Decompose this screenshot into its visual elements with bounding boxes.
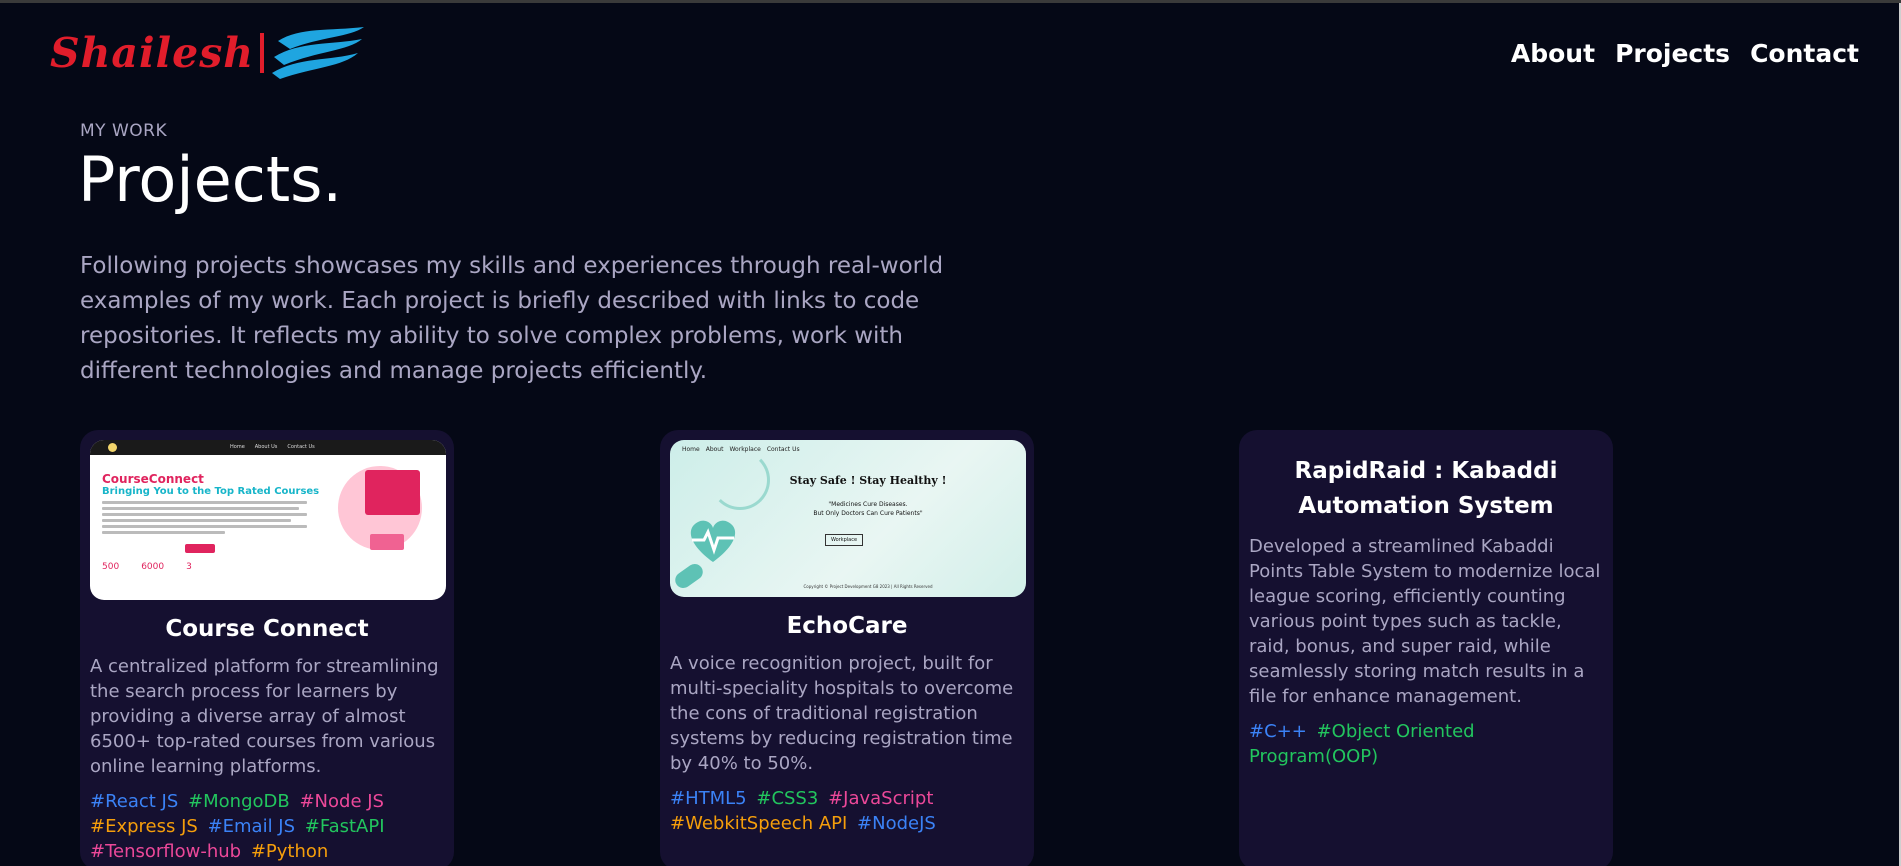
nav-projects[interactable]: Projects — [1615, 39, 1730, 68]
screenshot-nav-link: About Us — [254, 444, 278, 450]
project-card-echocare: Home About Workplace Contact Us Stay Saf… — [660, 430, 1034, 866]
project-title: RapidRaid : Kabaddi Automation System — [1294, 458, 1558, 519]
screenshot-heading: Stay Safe ! Stay Healthy ! — [789, 474, 947, 487]
page-title: Projects. — [78, 143, 343, 216]
tag-python: #Python — [250, 841, 329, 862]
waves-logo-icon — [272, 27, 365, 79]
logo-text: Shailesh — [50, 29, 255, 77]
project-card-course-connect: Home About Us Contact Us CourseConnect B… — [80, 430, 454, 866]
screenshot-nav-link: Contact Us — [766, 446, 800, 453]
screenshot-nav-link: About — [705, 446, 724, 453]
illustration-laptop-icon — [370, 534, 404, 550]
screenshot-navbar: Home About Us Contact Us — [90, 440, 446, 455]
project-tags: #React JS #MongoDB #Node JS #Express JS … — [90, 789, 444, 864]
screenshot-stat: 6000 — [141, 562, 165, 572]
project-description: A voice recognition project, built for m… — [670, 653, 1014, 774]
intro-paragraph: Following projects showcases my skills a… — [80, 253, 944, 384]
tag-webkitspeech-api: #WebkitSpeech API — [670, 813, 848, 834]
project-tags: #HTML5 #CSS3 #JavaScript #WebkitSpeech A… — [670, 786, 1024, 836]
main-nav: About Projects Contact — [1511, 39, 1859, 68]
screenshot-footer: Copyright © Project Development G8 2023 … — [803, 584, 933, 589]
tag-javascript: #JavaScript — [828, 788, 934, 809]
tag-cpp: #C++ — [1249, 721, 1307, 742]
tag-fastapi: #FastAPI — [304, 816, 385, 837]
project-title: Course Connect — [165, 616, 369, 642]
section-eyebrow: MY WORK — [80, 121, 168, 141]
tag-email-js: #Email JS — [207, 816, 296, 837]
screenshot-quote: "Medicines Cure Diseases. But Only Docto… — [670, 500, 1026, 518]
screenshot-heading: CourseConnect — [102, 472, 204, 486]
tag-css3: #CSS3 — [756, 788, 819, 809]
tag-html5: #HTML5 — [670, 788, 747, 809]
screenshot-quote-line: But Only Doctors Can Cure Patients" — [813, 510, 923, 517]
screenshot-nav-link: Home — [230, 444, 245, 450]
screenshot-subheading: Bringing You to the Top Rated Courses — [102, 486, 320, 497]
site-logo[interactable]: Shailesh — [50, 23, 366, 83]
screenshot-get-started-button — [185, 544, 215, 553]
tag-react-js: #React JS — [90, 791, 179, 812]
screenshot-body-text — [102, 501, 307, 537]
tag-tensorflow-hub: #Tensorflow-hub — [90, 841, 242, 862]
project-screenshot[interactable]: Home About Us Contact Us CourseConnect B… — [90, 440, 446, 600]
project-tags: #C++ #Object Oriented Program(OOP) — [1249, 719, 1603, 769]
project-description: Developed a streamlined Kabaddi Points T… — [1249, 536, 1601, 707]
screenshot-nav-link: Contact Us — [287, 444, 315, 450]
logo-divider — [260, 33, 265, 73]
tag-node-js: #Node JS — [299, 791, 384, 812]
project-card-rapidraid: RapidRaid : Kabaddi Automation System De… — [1239, 430, 1613, 866]
project-title: EchoCare — [786, 613, 908, 639]
screenshot-nav-links: Home About Us Contact Us — [230, 444, 315, 450]
nav-about[interactable]: About — [1511, 39, 1595, 68]
heart-icon — [690, 520, 736, 562]
project-description: A centralized platform for streamlining … — [90, 656, 439, 777]
screenshot-workplace-button: Workplace — [825, 534, 863, 546]
tag-express-js: #Express JS — [90, 816, 198, 837]
screenshot-stat: 3 — [186, 562, 192, 572]
screenshot-quote-line: "Medicines Cure Diseases. — [828, 501, 908, 508]
illustration-screen-icon — [365, 470, 420, 515]
project-screenshot[interactable]: Home About Workplace Contact Us Stay Saf… — [670, 440, 1026, 597]
screenshot-stats: 500 6000 3 — [102, 562, 192, 572]
screenshot-stat: 500 — [102, 562, 120, 572]
screenshot-logo-icon — [108, 443, 117, 452]
tag-nodejs: #NodeJS — [857, 813, 936, 834]
tag-mongodb: #MongoDB — [188, 791, 290, 812]
nav-contact[interactable]: Contact — [1750, 39, 1859, 68]
screenshot-nav-link: Home — [682, 446, 700, 453]
